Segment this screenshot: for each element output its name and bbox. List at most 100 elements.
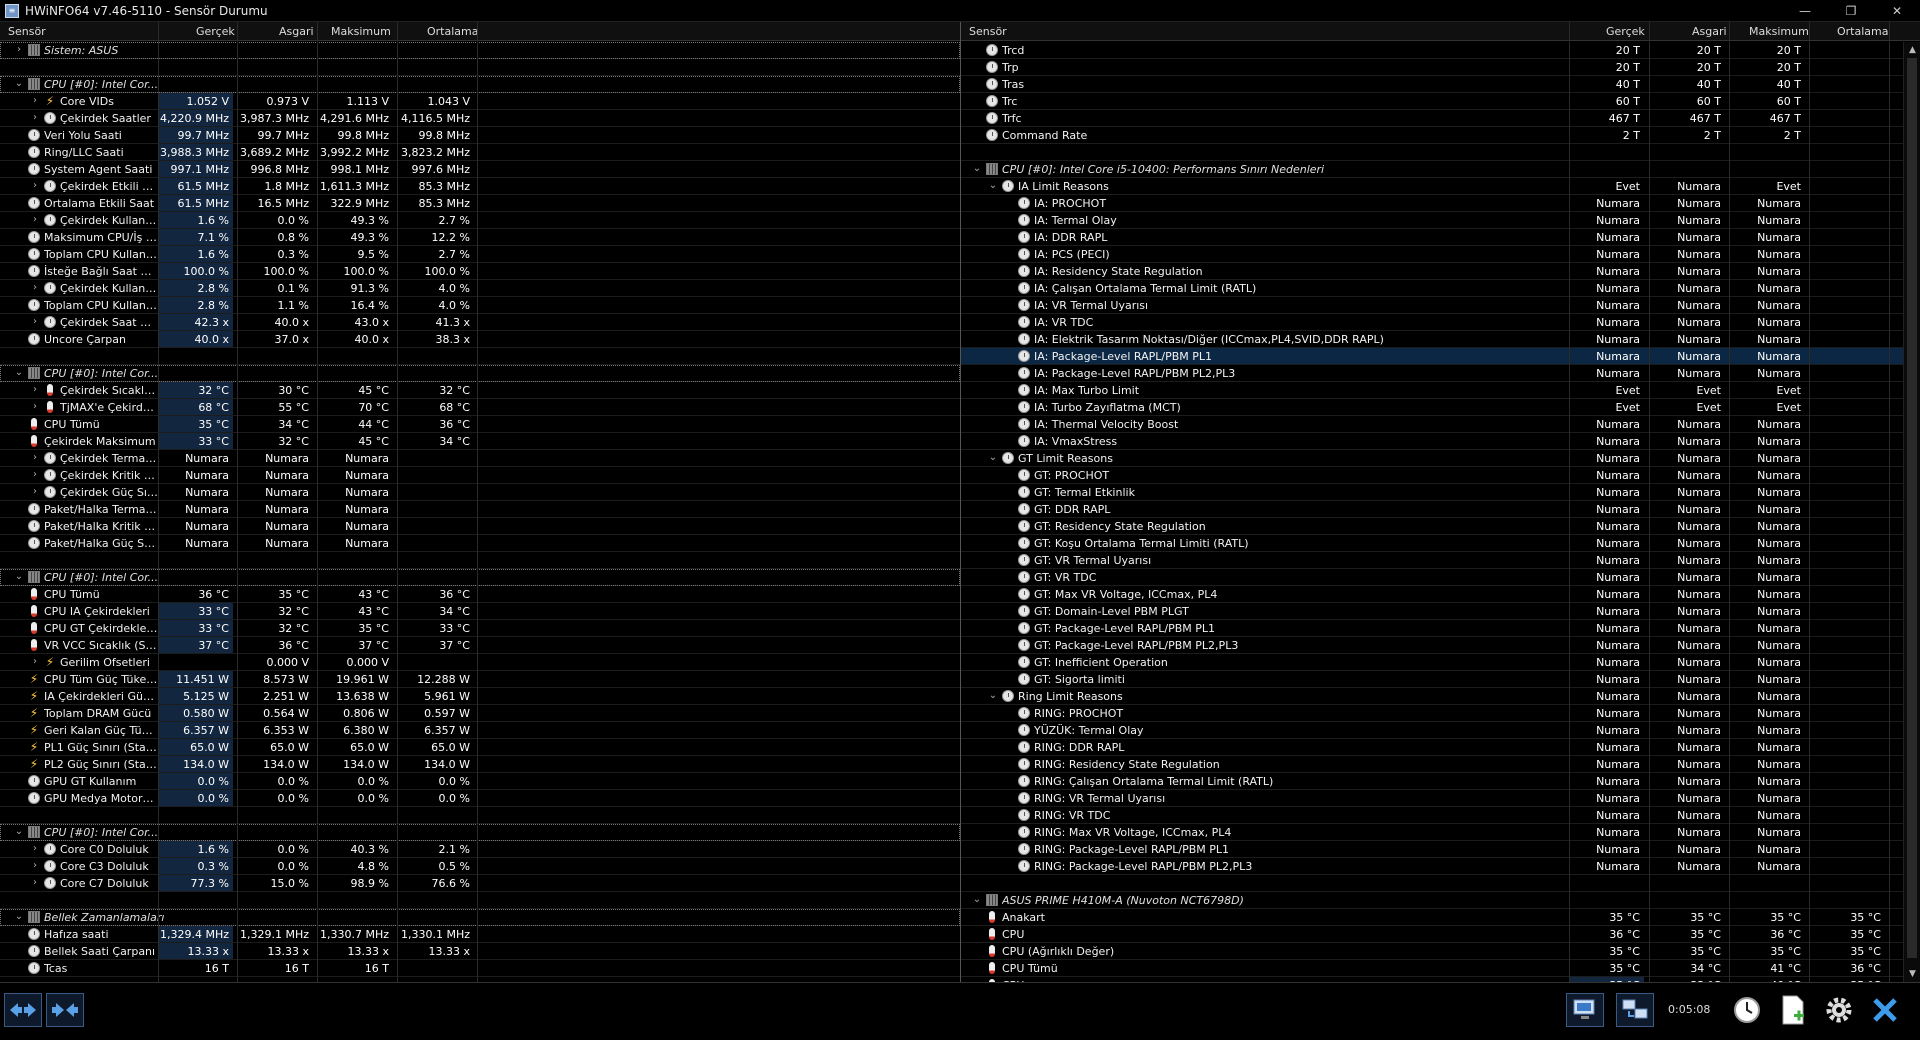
sensor-row[interactable]: › Core C7 Doluluk 77.3 % 15.0 % 98.9 % 76.6 % (0, 875, 960, 892)
expand-chevron-icon[interactable]: › (30, 401, 40, 413)
sensor-row[interactable]: Toplam CPU Kullanımı 2.8 % 1.1 % 16.4 % 4.0 … (0, 297, 960, 314)
sensor-group-row[interactable]: ⌄ ASUS PRIME H410M-A (Nuvoton NCT6798D) (961, 892, 1920, 909)
expand-chevron-icon[interactable]: › (30, 282, 40, 294)
sensor-row[interactable]: IA: VmaxStress Numara Numara Numara (961, 433, 1920, 450)
sensor-row[interactable]: Bellek Saati Çarpanı 13.33 x 13.33 x 13.33 … (0, 943, 960, 960)
sensor-row[interactable]: RING: Max VR Voltage, ICCmax, PL4 Numara N… (961, 824, 1920, 841)
sensor-row[interactable]: › Çekirdek Saatler 4,220.9 MHz 3,987.3 MHz 4… (0, 110, 960, 127)
sensor-row[interactable]: › Çekirdek Güç Sını... Numara Numara Numara (0, 484, 960, 501)
sensor-row[interactable]: GT: VR Termal Uyarısı Numara Numara Numara (961, 552, 1920, 569)
sensor-row[interactable]: ⌄ GT Limit Reasons Numara Numara Numara (961, 450, 1920, 467)
sensor-row[interactable]: CPU 36 °C 35 °C 36 °C 35 °C (961, 926, 1920, 943)
network-monitor-button[interactable] (1566, 993, 1604, 1027)
col-header-avg[interactable]: Ortalama (1837, 25, 1889, 38)
collapse-chevron-icon[interactable]: ⌄ (988, 452, 998, 464)
sensor-row[interactable]: Trcd 20 T 20 T 20 T (961, 42, 1920, 59)
sensor-row[interactable]: RING: PROCHOT Numara Numara Numara (961, 705, 1920, 722)
sensor-row[interactable]: GT: VR TDC Numara Numara Numara (961, 569, 1920, 586)
sensor-row[interactable]: GPU GT Kullanım 0.0 % 0.0 % 0.0 % 0.0 % (0, 773, 960, 790)
sensor-row[interactable]: Paket/Halka Termal ... Numara Numara Numara (0, 501, 960, 518)
clock-button[interactable] (1728, 993, 1766, 1027)
sensor-row[interactable]: CPU (Ağırlıklı Değer) 35 °C 35 °C 35 °C 35 °… (961, 943, 1920, 960)
sensor-row[interactable]: RING: Package-Level RAPL/PBM PL2,PL3 Numa… (961, 858, 1920, 875)
col-header-current[interactable]: Gerçek (196, 25, 235, 38)
expand-chevron-icon[interactable]: › (30, 112, 40, 124)
sensor-row[interactable]: Command Rate 2 T 2 T 2 T (961, 127, 1920, 144)
sensor-row[interactable]: GT: Termal Etkinlik Numara Numara Numara (961, 484, 1920, 501)
expand-chevron-icon[interactable]: › (30, 486, 40, 498)
sensor-row[interactable]: › TjMAX'e Çekirdek... 68 °C 55 °C 70 °C 68 °C (0, 399, 960, 416)
sensor-row[interactable]: › Core C0 Doluluk 1.6 % 0.0 % 40.3 % 2.1 % (0, 841, 960, 858)
sensor-row[interactable]: Paket/Halka Kritik Sıc... Numara Numara Num… (0, 518, 960, 535)
expand-chevron-icon[interactable]: › (30, 316, 40, 328)
col-header-sensor[interactable]: Sensör (969, 25, 1007, 38)
collapse-chevron-icon[interactable]: ⌄ (14, 78, 24, 90)
nav-collapse-button[interactable] (46, 993, 84, 1027)
sensor-row[interactable]: Uncore Çarpan 40.0 x 37.0 x 40.0 x 38.3 x (0, 331, 960, 348)
network-sync-button[interactable] (1616, 993, 1654, 1027)
sensor-row[interactable]: ⚡Geri Kalan Güç Tüketimi6.357 W6.353 W6.… (0, 722, 960, 739)
scrollbar-thumb[interactable] (1907, 58, 1917, 958)
sensor-group-row[interactable]: ⌄ CPU [#0]: Intel Cor... (0, 824, 960, 841)
col-header-avg[interactable]: Ortalama (427, 25, 479, 38)
sensor-row[interactable]: IA: Max Turbo Limit Evet Evet Evet (961, 382, 1920, 399)
sensor-row[interactable]: GT: Package-Level RAPL/PBM PL1 Numara Numa… (961, 620, 1920, 637)
expand-chevron-icon[interactable]: › (30, 860, 40, 872)
sensor-row[interactable]: ⚡ PL1 Güç Sınırı (Static) 65.0 W 65.0 W 65.0… (0, 739, 960, 756)
sensor-row[interactable]: IA: Residency State Regulation Numara Numa… (961, 263, 1920, 280)
expand-chevron-icon[interactable]: › (30, 95, 40, 107)
sensor-row[interactable]: IA: Termal Olay Numara Numara Numara (961, 212, 1920, 229)
sensor-row[interactable]: ⚡ PL2 Güç Sınırı (Static) 134.0 W 134.0 W 13… (0, 756, 960, 773)
sensor-row[interactable]: Paket/Halka Güç Sını... Numara Numara Numar… (0, 535, 960, 552)
close-sensors-button[interactable] (1866, 993, 1904, 1027)
sensor-row[interactable]: Ring/LLC Saati 3,988.3 MHz 3,689.2 MHz 3,99… (0, 144, 960, 161)
sensor-row[interactable]: › Çekirdek Etkili Sa... 61.5 MHz 1.8 MHz 1,6… (0, 178, 960, 195)
sensor-row[interactable]: GT: Package-Level RAPL/PBM PL2,PL3 Numara… (961, 637, 1920, 654)
sensor-row[interactable]: › Çekirdek Termal ... Numara Numara Numara (0, 450, 960, 467)
collapse-chevron-icon[interactable]: ⌄ (14, 826, 24, 838)
sensor-row[interactable]: IA: Package-Level RAPL/PBM PL1 Numara Numa… (961, 348, 1920, 365)
sensor-row[interactable]: RING: Package-Level RAPL/PBM PL1 Numara Nu… (961, 841, 1920, 858)
sensor-group-row[interactable]: ⌄ CPU [#0]: Intel Core i5-10400: Performa… (961, 161, 1920, 178)
sensor-row[interactable]: GT: Koşu Ortalama Termal Limiti (RATL) Nu… (961, 535, 1920, 552)
sensor-row[interactable]: › Çekirdek Kullanım 1.6 % 0.0 % 49.3 % 2.7 % (0, 212, 960, 229)
sensor-row[interactable]: Tcas 16 T 16 T 16 T (0, 960, 960, 977)
sensor-row[interactable]: RING: Çalışan Ortalama Termal Limit (RAT… (961, 773, 1920, 790)
collapse-chevron-icon[interactable]: ⌄ (988, 180, 998, 192)
minimize-button[interactable]: — (1782, 0, 1828, 22)
sensor-row[interactable]: ⌄ Ring Limit Reasons Numara Numara Numara (961, 688, 1920, 705)
scroll-down-arrow-icon[interactable]: ▼ (1904, 966, 1920, 982)
sensor-row[interactable]: GT: Sigorta limiti Numara Numara Numara (961, 671, 1920, 688)
expand-chevron-icon[interactable]: › (30, 384, 40, 396)
collapse-chevron-icon[interactable]: ⌄ (14, 367, 24, 379)
sensor-row[interactable]: GT: DDR RAPL Numara Numara Numara (961, 501, 1920, 518)
sensor-row[interactable]: RING: Residency State Regulation Numara Nu… (961, 756, 1920, 773)
sensor-group-row[interactable]: ⌄ Bellek Zamanlamaları (0, 909, 960, 926)
expand-chevron-icon[interactable]: › (30, 656, 40, 668)
sensor-row[interactable]: GPU Medya Motoru ... 0.0 % 0.0 % 0.0 % 0.0 % (0, 790, 960, 807)
sensor-row[interactable]: GT: Inefficient Operation Numara Numara Num… (961, 654, 1920, 671)
sensor-row[interactable]: ⚡ Toplam DRAM Gücü 0.580 W 0.564 W 0.806 W 0.… (0, 705, 960, 722)
sensor-row[interactable]: IA: PROCHOT Numara Numara Numara (961, 195, 1920, 212)
sensor-row[interactable]: ⌄ IA Limit Reasons Evet Numara Evet (961, 178, 1920, 195)
sensor-row[interactable]: Trp 20 T 20 T 20 T (961, 59, 1920, 76)
col-header-min[interactable]: Asgari (1692, 25, 1727, 38)
expand-chevron-icon[interactable]: › (30, 452, 40, 464)
sensor-row[interactable]: › ⚡ Core VIDs 1.052 V 0.973 V 1.113 V 1.043 V (0, 93, 960, 110)
expand-chevron-icon[interactable]: › (30, 877, 40, 889)
sensor-row[interactable]: › Çekirdek Saat Ça... 42.3 x 40.0 x 43.0 x 41… (0, 314, 960, 331)
collapse-chevron-icon[interactable]: ⌄ (972, 163, 982, 175)
sensor-row[interactable]: Trc 60 T 60 T 60 T (961, 93, 1920, 110)
sensor-row[interactable]: › Çekirdek Kullanımı 2.8 % 0.1 % 91.3 % 4.0 % (0, 280, 960, 297)
vertical-scrollbar[interactable]: ▲ ▼ (1903, 42, 1920, 982)
sensor-row[interactable]: IA: Elektrik Tasarım Noktası/Diğer (ICCm… (961, 331, 1920, 348)
sensor-row[interactable]: Trfc 467 T 467 T 467 T (961, 110, 1920, 127)
add-report-button[interactable] (1774, 993, 1812, 1027)
sensor-row[interactable]: RING: VR Termal Uyarısı Numara Numara Numar… (961, 790, 1920, 807)
sensor-row[interactable]: ⚡ CPU Tüm Güç Tüketimi 11.451 W 8.573 W 19.9… (0, 671, 960, 688)
sensor-group-row[interactable]: ⌄ CPU [#0]: Intel Cor... (0, 365, 960, 382)
sensor-row[interactable]: YÜZÜK: Termal Olay Numara Numara Numara (961, 722, 1920, 739)
expand-chevron-icon[interactable]: › (14, 44, 24, 56)
settings-button[interactable] (1820, 993, 1858, 1027)
col-header-max[interactable]: Maksimum (331, 25, 391, 38)
